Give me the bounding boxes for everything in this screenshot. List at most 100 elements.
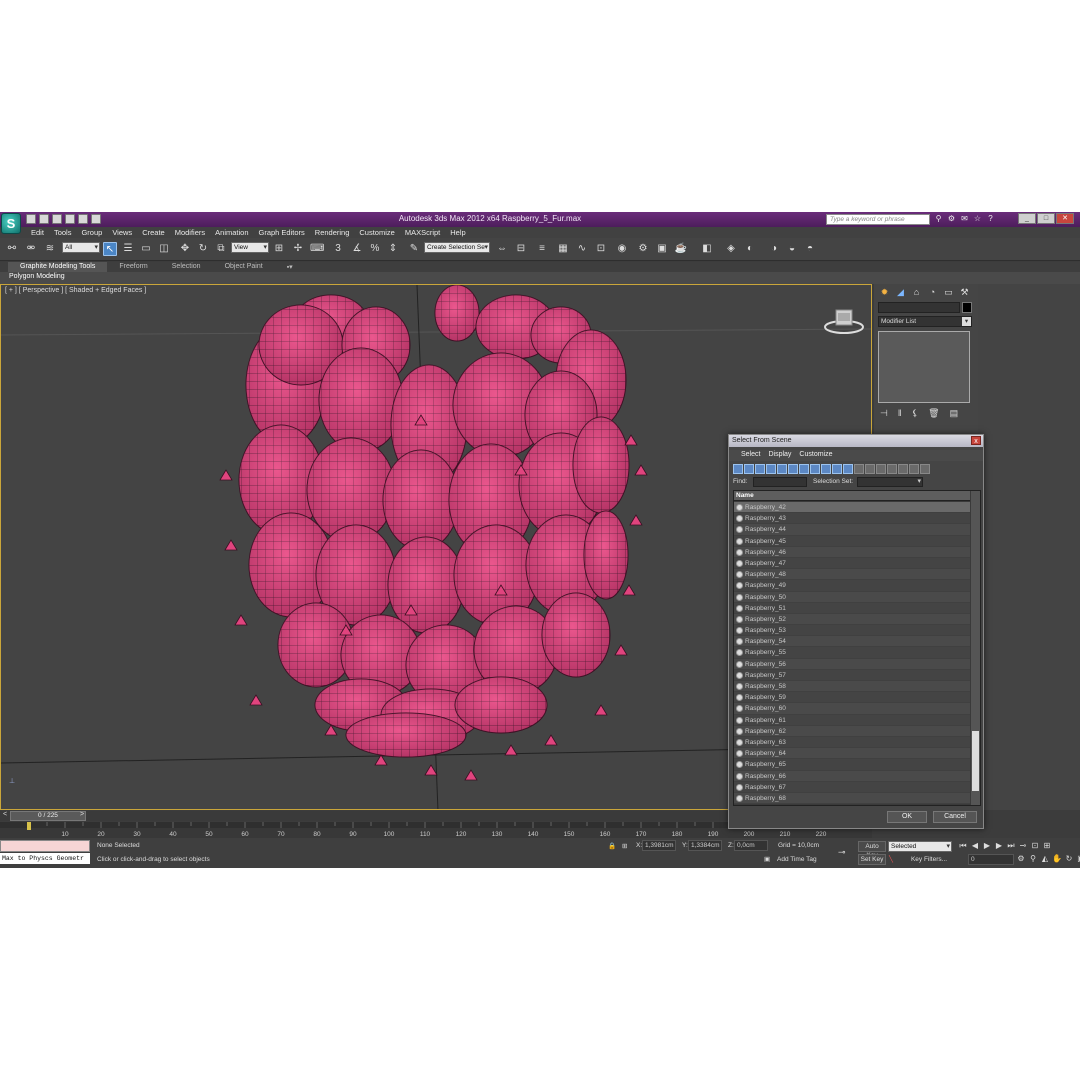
dialog-menu-display[interactable]: Display [768,451,791,458]
plugin-tool-1-icon[interactable]: ◧ [700,242,714,256]
pivot-center-icon[interactable]: ⊞ [272,242,286,256]
menu-help[interactable]: Help [450,228,465,237]
app-logo-button[interactable]: S [1,213,21,234]
list-item[interactable]: Raspberry_61 [734,714,970,726]
menu-rendering[interactable]: Rendering [315,228,350,237]
key-filters-button[interactable]: Key Filters... [906,854,952,865]
field-of-view-icon[interactable]: ◭ [1040,854,1050,864]
viewport-label[interactable]: [ + ] [ Perspective ] [ Shaded + Edged F… [5,287,146,294]
material-editor-icon[interactable]: ◉ [615,242,629,256]
list-item[interactable]: Raspberry_64 [734,748,970,760]
filter-lights-icon[interactable] [755,464,765,474]
layer-manager-icon[interactable]: ≡ [535,242,549,256]
scale-icon[interactable]: ⧉ [214,242,228,256]
object-color-swatch[interactable] [962,302,972,313]
polygon-modeling-panel-label[interactable]: Polygon Modeling [9,273,65,280]
rotate-icon[interactable]: ↻ [196,242,210,256]
tab-object-paint[interactable]: Object Paint [213,262,275,272]
help-icon[interactable]: ? [986,214,995,224]
search-input[interactable]: Type a keyword or phrase [826,214,930,225]
list-item[interactable]: Raspberry_42 [734,502,970,514]
key-mode-toggle-icon[interactable]: ⊸ [1018,841,1028,851]
list-item[interactable]: Raspberry_48 [734,569,970,581]
maximize-button[interactable]: □ [1037,213,1055,224]
next-frame-arrow[interactable]: > [80,811,84,818]
menu-group[interactable]: Group [81,228,102,237]
pin-stack-icon[interactable]: ⊣ [880,408,888,419]
y-coord-field[interactable]: 1,3384cm [688,840,722,851]
communication-icon[interactable]: ✉ [960,214,969,224]
select-by-name-icon[interactable]: ☰ [121,242,135,256]
dialog-title-bar[interactable]: Select From Scene x [729,435,983,447]
pan-icon[interactable]: ✋ [1052,854,1062,864]
remove-modifier-icon[interactable]: 🗑 [928,408,939,419]
orbit-icon[interactable]: ↻ [1064,854,1074,864]
selection-set-dropdown[interactable] [857,477,923,487]
filter-geometry-icon[interactable] [733,464,743,474]
dialog-close-button[interactable]: x [971,436,981,445]
go-to-end-icon[interactable]: ⏭ [1006,841,1016,851]
plugin-tool-6-icon[interactable]: ◓ [803,242,817,256]
go-to-start-icon[interactable]: ⏮ [958,841,968,851]
list-item[interactable]: Raspberry_55 [734,647,970,659]
undo-icon[interactable] [65,214,75,224]
new-file-icon[interactable] [26,214,36,224]
menu-views[interactable]: Views [112,228,132,237]
dialog-menu-select[interactable]: Select [741,451,760,458]
list-item[interactable]: Raspberry_66 [734,770,970,782]
key-filter-icon[interactable]: ╲ [889,855,893,863]
list-scrollbar[interactable] [971,491,980,805]
make-unique-icon[interactable]: ⚸ [912,408,919,419]
move-icon[interactable]: ✥ [178,242,192,256]
find-case-icon[interactable] [920,464,930,474]
list-item[interactable]: Raspberry_53 [734,625,970,637]
add-time-tag-button[interactable]: Add Time Tag [777,856,817,863]
previous-key-icon[interactable]: ◀ [970,841,980,851]
menu-edit[interactable]: Edit [31,228,44,237]
keyboard-shortcut-icon[interactable]: ⌨ [310,242,324,256]
project-folder-icon[interactable] [91,214,101,224]
favorites-icon[interactable]: ☆ [973,214,982,224]
filter-helpers-icon[interactable] [777,464,787,474]
zoom-extents-all-icon[interactable]: ⊞ [1042,841,1052,851]
viewcube-icon[interactable] [823,307,865,335]
align-icon[interactable]: ⊟ [514,242,528,256]
z-coord-field[interactable]: 0,0cm [734,840,768,851]
mirror-icon[interactable]: ⇔ [495,242,509,256]
time-config-icon[interactable]: ⚙ [1016,854,1026,864]
configure-modifier-sets-icon[interactable]: ▤ [950,408,959,419]
key-mode-dropdown[interactable]: Selected [888,841,952,852]
minimize-button[interactable]: _ [1018,213,1036,224]
tab-freeform[interactable]: Freeform [107,262,159,272]
find-input[interactable] [753,477,807,487]
open-file-icon[interactable] [39,214,49,224]
graphite-toggle-icon[interactable]: ▦ [556,242,570,256]
render-setup-icon[interactable]: ⚙ [636,242,650,256]
curve-editor-icon[interactable]: ∿ [575,242,589,256]
window-crossing-icon[interactable]: ◫ [157,242,171,256]
list-item[interactable]: Raspberry_51 [734,602,970,614]
filter-cameras-icon[interactable] [766,464,776,474]
angle-snap-icon[interactable]: ∡ [350,242,364,256]
list-item[interactable]: Raspberry_56 [734,658,970,670]
close-button[interactable]: ✕ [1056,213,1074,224]
menu-customize[interactable]: Customize [359,228,394,237]
selection-filter-dropdown[interactable]: All [62,242,100,253]
filter-containers-icon[interactable] [832,464,842,474]
set-key-button[interactable]: Set Key [858,854,886,865]
display-none-icon[interactable] [876,464,886,474]
auto-key-button[interactable]: Auto Key [858,841,886,859]
filter-spacewarps-icon[interactable] [788,464,798,474]
x-coord-field[interactable]: 1,3981cm [642,840,676,851]
list-item[interactable]: Raspberry_59 [734,692,970,704]
menu-tools[interactable]: Tools [54,228,72,237]
list-item[interactable]: Raspberry_47 [734,557,970,570]
list-item[interactable]: Raspberry_68 [734,792,970,805]
bind-space-warp-icon[interactable]: ≋ [43,242,57,256]
create-tab-icon[interactable]: ✹ [878,286,891,299]
subscription-icon[interactable]: ⚙ [947,214,956,224]
list-item[interactable]: Raspberry_45 [734,535,970,547]
display-invert-icon[interactable] [887,464,897,474]
display-tab-icon[interactable]: ▭ [942,286,955,299]
rendered-frame-window-icon[interactable]: ▣ [655,242,669,256]
